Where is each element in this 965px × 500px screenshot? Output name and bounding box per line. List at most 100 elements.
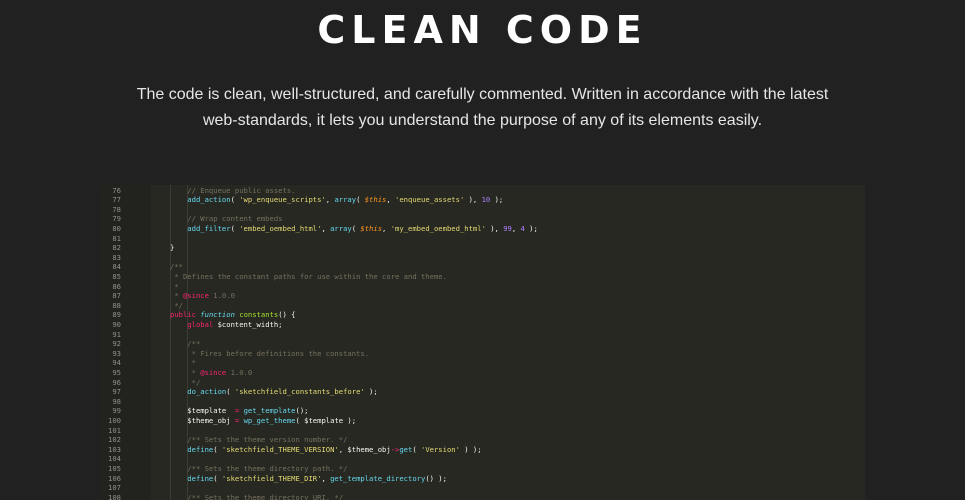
line-number: 108 bbox=[108, 492, 121, 500]
section-title: CLEAN CODE bbox=[317, 8, 648, 52]
code-token: , bbox=[511, 223, 521, 233]
code-line: 107 bbox=[99, 483, 865, 493]
code-token: 'my_embed_oembed_html' bbox=[390, 223, 486, 233]
code-line: 76 // Enqueue public assets. bbox=[99, 186, 865, 196]
code-text: */ bbox=[170, 301, 183, 311]
code-token: */ bbox=[170, 300, 183, 310]
code-token: ); bbox=[490, 195, 504, 205]
code-token: } bbox=[170, 243, 175, 253]
code-text: /** Sets the theme directory path. */ bbox=[187, 464, 347, 474]
code-text: define( 'sketchfield_THEME_VERSION', $th… bbox=[187, 445, 481, 455]
code-line: 106 define( 'sketchfield_THEME_DIR', get_… bbox=[99, 474, 865, 484]
code-line: 97 do_action( 'sketchfield_constants_befo… bbox=[99, 387, 865, 397]
code-token: /** Sets the theme directory URI. */ bbox=[187, 492, 344, 500]
code-token: 99 bbox=[503, 223, 512, 233]
code-text: * Defines the constant paths for use wit… bbox=[170, 272, 447, 282]
code-token: /** Sets the theme version number. */ bbox=[187, 435, 348, 445]
code-token: * Defines the constant paths for use wit… bbox=[170, 271, 447, 281]
code-token: 'Version' bbox=[421, 444, 460, 454]
line-number: 102 bbox=[108, 435, 121, 445]
code-token: * Fires before definitions the constants… bbox=[187, 348, 370, 358]
code-token: get_template_directory bbox=[330, 473, 426, 483]
code-text: * bbox=[170, 281, 179, 292]
code-token: () ); bbox=[425, 473, 447, 483]
code-token: 'sketchfield_THEME_DIR' bbox=[221, 473, 322, 483]
code-text: // Enqueue public assets. bbox=[187, 186, 295, 196]
code-line: 89 public function constants() { bbox=[99, 310, 865, 320]
code-text: /** bbox=[170, 262, 183, 272]
code-screenshot: 76 // Enqueue public assets. 77 add_action(… bbox=[99, 185, 865, 500]
code-token: 'wp_enqueue_scripts' bbox=[239, 195, 326, 205]
code-token: ( bbox=[412, 444, 421, 454]
code-token: /** bbox=[170, 262, 183, 272]
code-token: ( $template ); bbox=[295, 415, 357, 425]
code-token: () { bbox=[278, 310, 296, 320]
code-line: 103 define( 'sketchfield_THEME_VERSION', … bbox=[99, 445, 865, 455]
code-token: ( bbox=[356, 195, 365, 205]
code-line: 96 */ bbox=[99, 378, 865, 388]
line-number: 98 bbox=[112, 396, 121, 406]
code-token: ( bbox=[226, 387, 235, 397]
description-line-1: The code is clean, well-structured, and … bbox=[136, 86, 829, 103]
code-token: define bbox=[187, 473, 214, 483]
code-token: ) ); bbox=[459, 444, 482, 454]
code-token: ( bbox=[230, 195, 240, 205]
code-token: * bbox=[170, 281, 179, 291]
line-number: 86 bbox=[112, 281, 121, 291]
code-line: 78 bbox=[99, 205, 865, 215]
code-text: /** Sets the theme version number. */ bbox=[187, 435, 347, 445]
code-token: , bbox=[321, 223, 331, 233]
code-line: 101 bbox=[99, 426, 865, 436]
code-token: 'sketchfield_constants_before' bbox=[234, 387, 365, 397]
line-number: 99 bbox=[112, 406, 121, 416]
code-token: (); bbox=[295, 406, 309, 416]
code-token: array bbox=[334, 195, 357, 205]
code-line: 105 /** Sets the theme directory path. */ bbox=[99, 464, 865, 474]
line-number: 83 bbox=[112, 252, 121, 262]
code-token: * bbox=[187, 358, 196, 368]
code-token: 'enqueue_assets' bbox=[395, 195, 465, 205]
code-line: 93 * Fires before definitions the consta… bbox=[99, 349, 865, 359]
line-number: 88 bbox=[112, 300, 121, 310]
code-token: /** bbox=[187, 339, 201, 349]
line-number: 85 bbox=[112, 271, 121, 281]
line-number: 105 bbox=[108, 463, 121, 473]
line-number: 89 bbox=[112, 310, 121, 320]
section-description: The code is clean, well-structured, and … bbox=[120, 82, 845, 134]
line-number: 77 bbox=[112, 195, 121, 205]
code-text: define( 'sketchfield_THEME_DIR', get_tem… bbox=[187, 474, 447, 484]
code-token: wp_get_theme bbox=[243, 415, 296, 425]
line-number: 106 bbox=[108, 473, 121, 483]
code-line: 91 bbox=[99, 330, 865, 340]
code-token: ), bbox=[485, 223, 504, 233]
code-line: 88 */ bbox=[99, 301, 865, 311]
line-number: 91 bbox=[112, 329, 121, 339]
code-text: add_filter( 'embed_oembed_html', array( … bbox=[187, 224, 538, 234]
code-token: ( bbox=[230, 223, 240, 233]
line-number: 87 bbox=[112, 291, 121, 301]
code-token: 'embed_oembed_html' bbox=[239, 223, 322, 233]
code-token: */ bbox=[187, 377, 201, 387]
line-number: 80 bbox=[112, 223, 121, 233]
line-number: 76 bbox=[112, 185, 121, 195]
code-line: 90 global $content_width; bbox=[99, 320, 865, 330]
code-token: add_filter bbox=[187, 223, 231, 233]
code-text: * @since 1.0.0 bbox=[187, 367, 253, 378]
line-number: 101 bbox=[108, 425, 121, 435]
line-number: 79 bbox=[112, 214, 121, 224]
code-text: add_action( 'wp_enqueue_scripts', array(… bbox=[187, 195, 503, 205]
line-number: 78 bbox=[112, 204, 121, 214]
code-text: global $content_width; bbox=[187, 320, 282, 330]
code-token: ), bbox=[464, 195, 482, 205]
code-token: * bbox=[170, 291, 183, 301]
code-token: $theme_obj bbox=[187, 415, 235, 425]
code-token: define bbox=[187, 444, 214, 454]
code-token: 10 bbox=[481, 195, 491, 205]
code-token: @since bbox=[200, 367, 227, 377]
code-token: $content_width; bbox=[213, 319, 283, 329]
code-text: } bbox=[170, 243, 174, 253]
code-text: // Wrap content embeds bbox=[187, 214, 282, 224]
line-number: 81 bbox=[112, 233, 121, 243]
code-text: * Fires before definitions the constants… bbox=[187, 349, 369, 359]
code-token: $this bbox=[364, 195, 387, 205]
